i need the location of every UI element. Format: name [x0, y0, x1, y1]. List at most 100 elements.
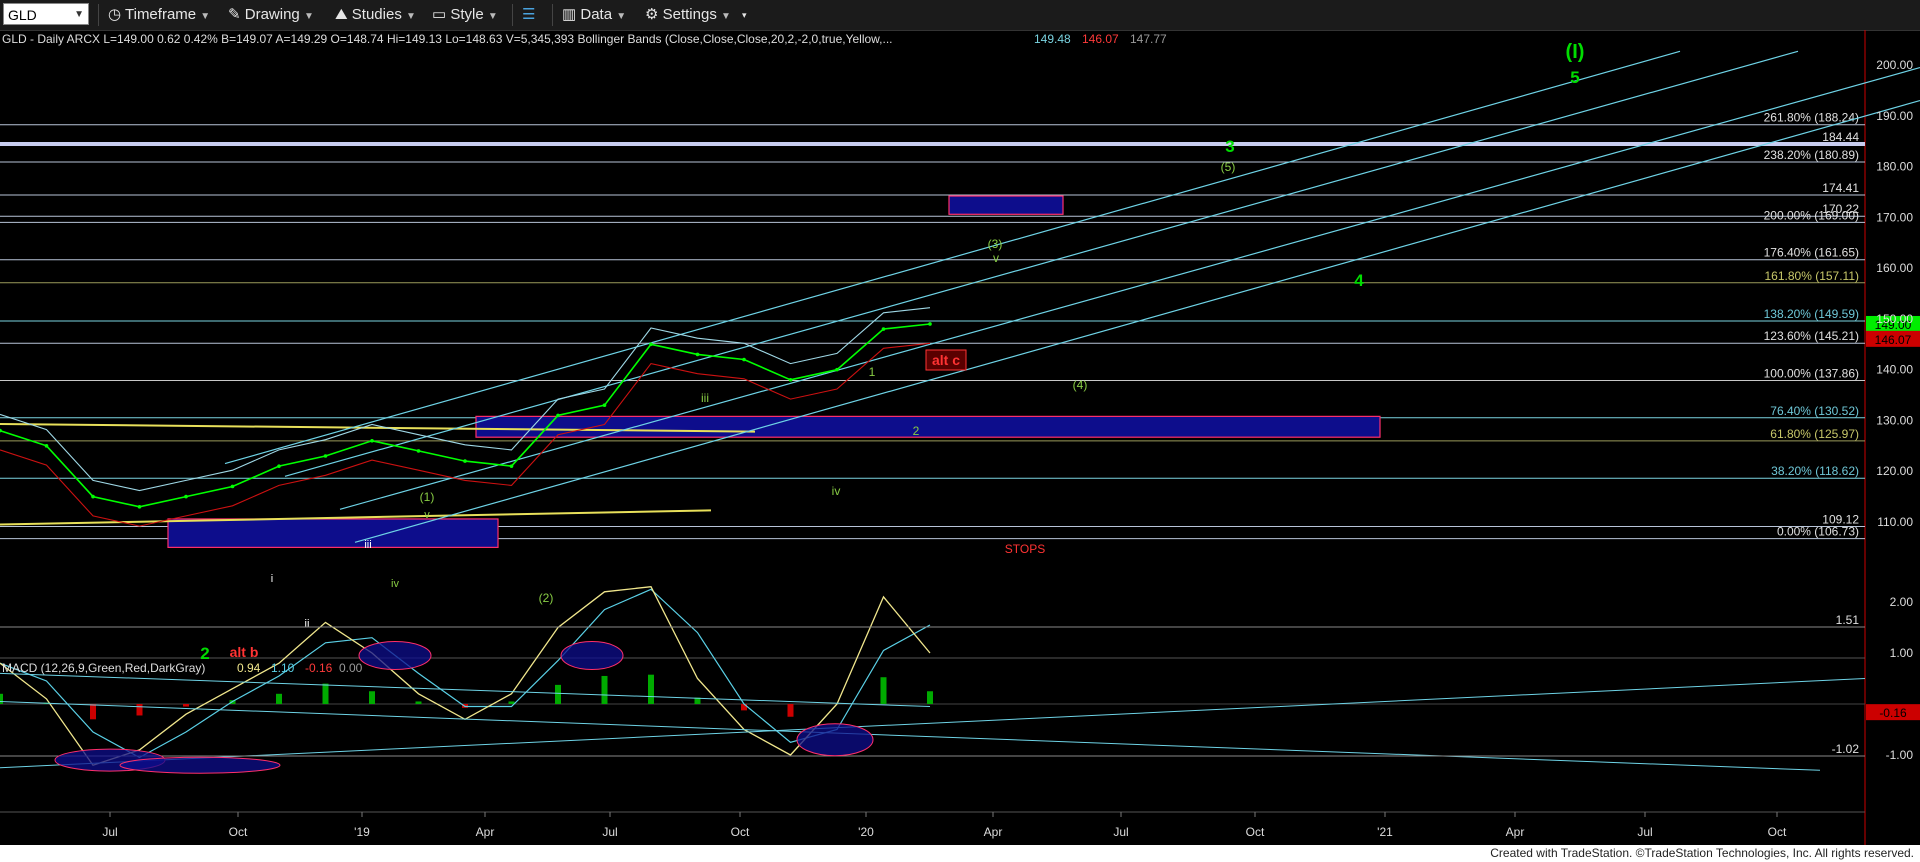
wave-3-target-box: [948, 195, 1064, 215]
fib-level-label: 0.00% (106.73): [1777, 525, 1859, 539]
studies-button[interactable]: ⛰ Studies ▼: [335, 0, 416, 30]
layout-icon: ☰: [522, 6, 536, 23]
macd-histogram-bar: [415, 701, 422, 704]
data-label: Data: [580, 6, 613, 23]
price-point: [463, 459, 467, 463]
price-point: [137, 504, 142, 509]
timeframe-button[interactable]: ◷ Timeframe ▼: [108, 0, 210, 30]
layout-button[interactable]: ☰: [522, 0, 535, 30]
macd-histogram-bar: [276, 693, 282, 704]
macd-value: -0.16: [305, 661, 333, 675]
x-tick-label: Apr: [1506, 825, 1525, 839]
symbol-input[interactable]: GLD ▼: [3, 3, 89, 25]
macd-info-text: MACD (12,26,9,Green,Red,DarkGray): [2, 661, 205, 675]
highlight-ellipse: [119, 756, 281, 774]
drawing-button[interactable]: ✎ Drawing ▼: [228, 0, 314, 30]
alt-b-zone-box: [167, 518, 499, 548]
fib-level-label: 123.60% (145.21): [1764, 329, 1859, 343]
studies-icon: ⛰: [335, 6, 348, 23]
chevron-down-icon: ▼: [74, 9, 84, 20]
toolbar: GLD ▼ ◷ Timeframe ▼ ✎ Drawing ▼ ⛰ Studie…: [0, 0, 1920, 31]
fib-level-label: 38.20% (118.62): [1771, 464, 1859, 478]
wave-label: (3): [988, 237, 1003, 251]
toolbar-divider: [512, 4, 513, 26]
chevron-down-icon: ▼: [616, 11, 627, 22]
y-tick-label: 200.00: [1876, 58, 1913, 72]
wave-label: alt b: [230, 644, 259, 660]
wave-label: (4): [1073, 378, 1088, 392]
chevron-down-icon: ▼: [487, 11, 498, 22]
footer: Created with TradeStation. ©TradeStation…: [0, 845, 1920, 862]
macd-histogram-bar: [90, 704, 96, 720]
symbol-info-text: GLD - Daily ARCX L=149.00 0.62 0.42% B=1…: [2, 32, 893, 46]
clock-icon: ◷: [108, 6, 122, 23]
style-button[interactable]: ▭ Style ▼: [432, 0, 498, 30]
wave-label: 1: [869, 365, 876, 379]
macd-histogram-bar: [927, 691, 933, 704]
settings-button[interactable]: ⚙ Settings ▼: [645, 0, 731, 30]
price-label: 146.07: [1875, 333, 1912, 347]
macd-y-tick-label: -1.00: [1886, 748, 1914, 762]
fib-level-label: 138.20% (149.59): [1764, 307, 1859, 321]
macd-histogram-bar: [648, 674, 654, 704]
fib-level-label: 174.41: [1822, 181, 1859, 195]
macd-value-label: 1.51: [1836, 613, 1860, 627]
bar-chart-icon: ▥: [562, 6, 577, 23]
stops-zone-box: [475, 415, 1381, 438]
x-tick-label: '21: [1377, 825, 1393, 839]
y-tick-label: 160.00: [1876, 261, 1913, 275]
x-tick-label: Oct: [731, 825, 750, 839]
macd-y-tick-label: 1.00: [1890, 646, 1914, 660]
price-point: [881, 327, 886, 331]
wave-label: iii: [364, 539, 371, 551]
wave-label: iv: [391, 578, 399, 590]
x-tick-label: Jul: [102, 825, 117, 839]
wave-label: iv: [832, 484, 841, 498]
symbol-value: GLD: [8, 7, 37, 23]
gear-icon: ⚙: [645, 6, 659, 23]
copyright-text: Created with TradeStation. ©TradeStation…: [1490, 846, 1914, 860]
wave-label: (1): [420, 490, 435, 504]
macd-histogram-bar: [0, 693, 3, 704]
price-point: [788, 378, 793, 382]
y-tick-label: 150.00: [1876, 312, 1913, 326]
y-tick-label: 190.00: [1876, 109, 1913, 123]
macd-value: 0.94: [237, 661, 261, 675]
chevron-down-icon: ▼: [303, 11, 314, 22]
y-tick-label: 130.00: [1876, 413, 1913, 427]
macd-value-label: -0.16: [1879, 706, 1907, 720]
pencil-icon: ✎: [228, 6, 241, 23]
price-line: [0, 323, 931, 508]
macd-value-label: -1.02: [1832, 742, 1860, 756]
price-point: [649, 342, 653, 347]
price-chart[interactable]: 261.80% (188.24)184.44238.20% (180.89)17…: [0, 30, 1920, 845]
bollinger-value: 146.07: [1082, 32, 1119, 46]
highlight-ellipse: [796, 723, 874, 757]
toolbar-more-icon[interactable]: ▾: [742, 0, 747, 30]
fib-level-label: 200.00% (169.00): [1764, 208, 1859, 222]
x-tick-label: '20: [858, 825, 874, 839]
price-point: [602, 403, 607, 408]
fib-level-label: 61.80% (125.97): [1770, 427, 1859, 441]
style-icon: ▭: [432, 6, 447, 23]
settings-label: Settings: [662, 6, 717, 23]
channel-line: [339, 66, 1920, 510]
wave-label: (I): [1566, 41, 1585, 63]
fib-level-label: 100.00% (137.86): [1764, 367, 1859, 381]
data-button[interactable]: ▥ Data ▼: [562, 0, 626, 30]
bollinger-value: 149.48: [1034, 32, 1071, 46]
x-tick-label: Oct: [229, 825, 248, 839]
price-point: [91, 494, 95, 499]
y-tick-label: 140.00: [1876, 363, 1913, 377]
timeframe-label: Timeframe: [125, 6, 197, 23]
fib-level-label: 238.20% (180.89): [1764, 148, 1859, 162]
price-point: [323, 454, 328, 458]
x-tick-label: Jul: [1637, 825, 1652, 839]
price-point: [742, 357, 746, 362]
price-point: [370, 438, 374, 443]
macd-y-tick-label: 2.00: [1890, 595, 1914, 609]
y-tick-label: 110.00: [1877, 515, 1913, 529]
x-tick-label: Oct: [1768, 825, 1787, 839]
wave-label: 5: [1570, 68, 1579, 87]
macd-histogram-bar: [136, 704, 143, 716]
